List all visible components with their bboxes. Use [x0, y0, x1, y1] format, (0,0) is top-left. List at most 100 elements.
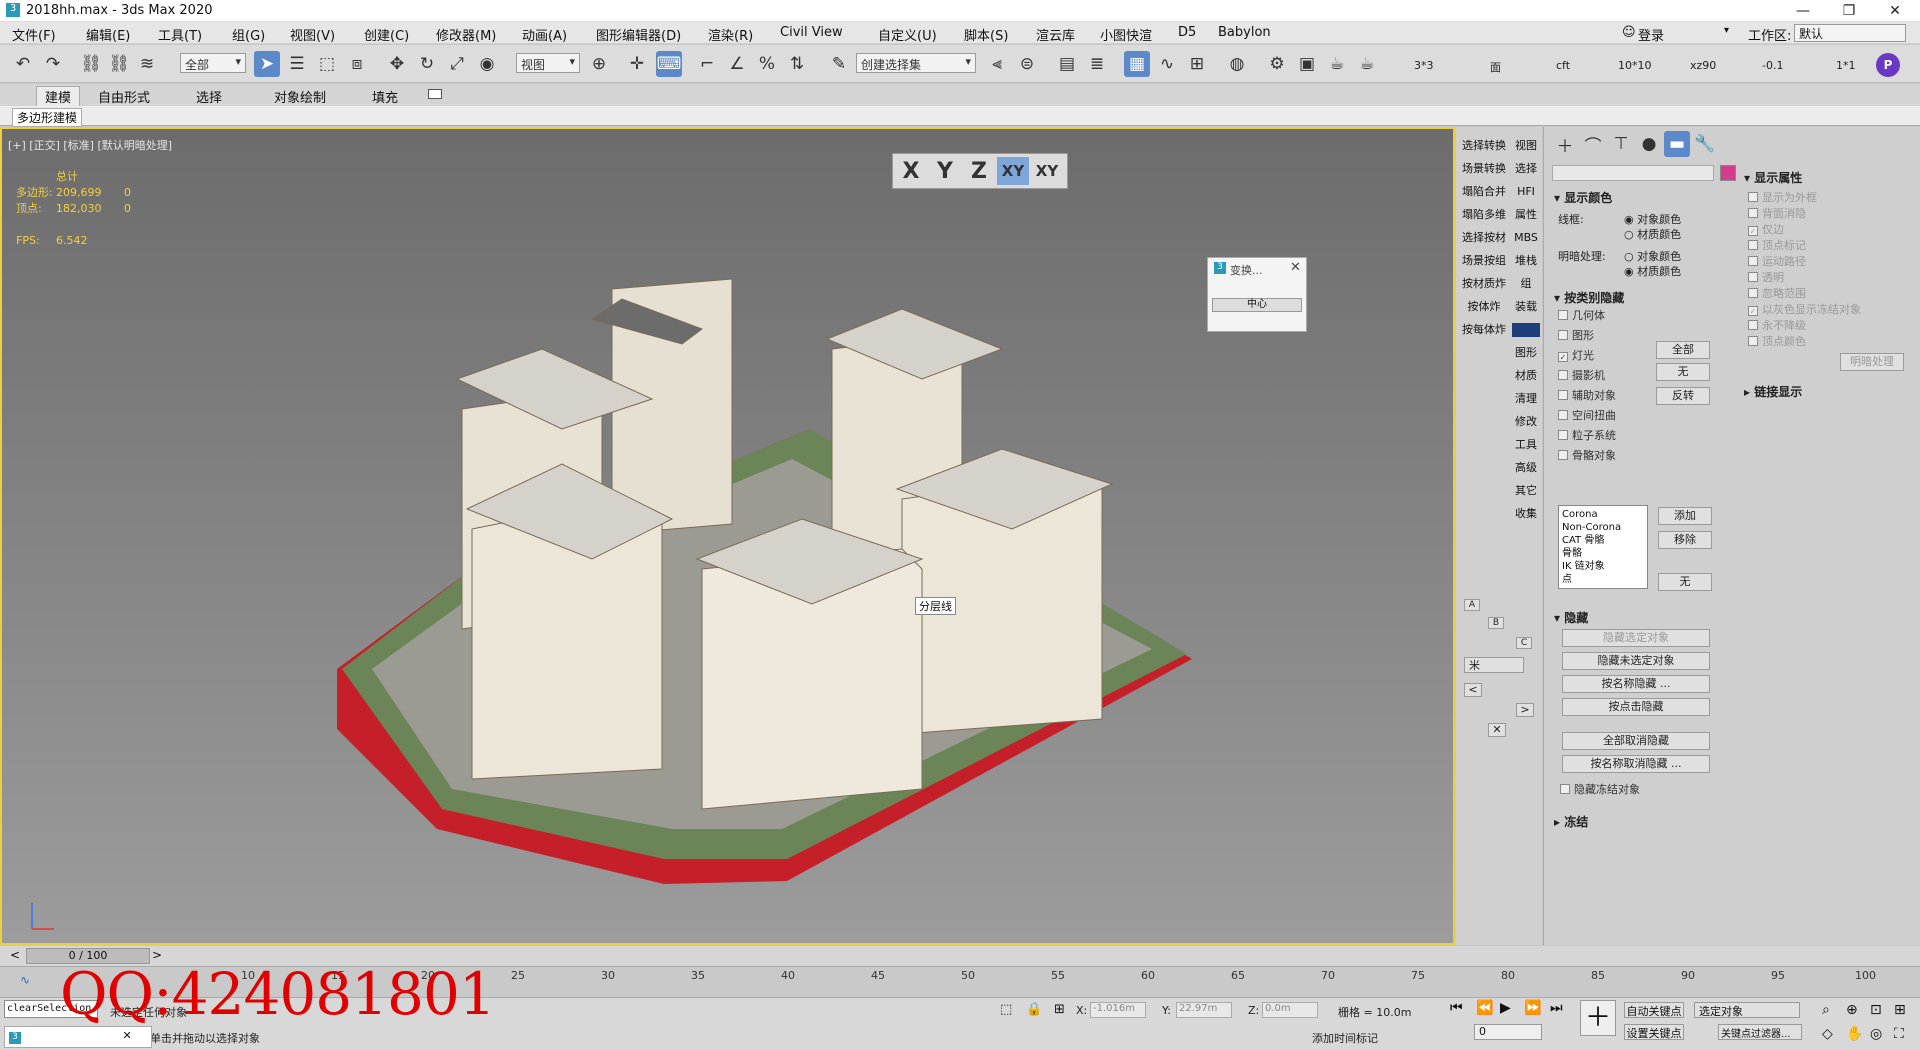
menu-d5[interactable]: D5 [1178, 25, 1196, 40]
pan-icon[interactable]: ✋ [1846, 1026, 1863, 1042]
set-key-icon[interactable]: ＋ [1580, 1000, 1616, 1036]
orbit-icon[interactable]: ◎ [1870, 1026, 1882, 1042]
ribbon-toggle-icon[interactable]: ▦ [1124, 51, 1150, 77]
prop-never-degrade-checkbox[interactable]: 永不降级 [1748, 317, 1806, 333]
next-frame-icon[interactable]: ⏩ [1524, 1000, 1541, 1016]
side-btn-7[interactable]: 按材质炸 [1458, 275, 1510, 293]
cat-all-button[interactable]: 全部 [1656, 341, 1710, 359]
axis-z-button[interactable]: Z [963, 159, 995, 184]
menu-group[interactable]: 组(G) [232, 25, 265, 44]
cat-lights-checkbox[interactable]: ✓ 灯光 [1558, 347, 1594, 363]
select-by-name-icon[interactable]: ☰ [284, 51, 310, 77]
cat-none-button[interactable]: 无 [1656, 363, 1710, 381]
prop-trajectory-checkbox[interactable]: 运动路径 [1748, 253, 1806, 269]
current-frame-field[interactable]: 0 [1474, 1024, 1542, 1040]
list-item[interactable]: CAT 骨骼 [1562, 534, 1644, 547]
side-btn-5[interactable]: 选择按材 [1458, 229, 1510, 247]
list-item[interactable]: IK 链对象 [1562, 560, 1644, 573]
axis-xy-button[interactable]: XY [997, 157, 1029, 185]
prop-vertex-colors-checkbox[interactable]: 顶点颜色 [1748, 333, 1806, 349]
y-coord-field[interactable]: 22.97m [1176, 1002, 1232, 1018]
prop-show-frozen-gray-checkbox[interactable]: ✓ 以灰色显示冻结对象 [1748, 301, 1861, 317]
script-button-xz90[interactable]: xz90 [1690, 59, 1716, 72]
category-listbox[interactable]: Corona Non-Corona CAT 骨骼 骨骼 IK 链对象 点 [1558, 505, 1648, 589]
hide-by-category-rollout[interactable]: ▾ 按类别隐藏 [1554, 289, 1624, 306]
side-material-button[interactable]: 材质 [1512, 367, 1540, 385]
polygon-modeling-tab[interactable]: 多边形建模 [12, 108, 83, 127]
perspective-viewport[interactable]: [+] [正交] [标准] [默认明暗处理] 总计 多边形: 209,699 0 顶… [0, 127, 1455, 945]
render-iterative-icon[interactable]: ☕ [1354, 51, 1380, 77]
hide-by-name-button[interactable]: 按名称隐藏 ... [1562, 675, 1710, 693]
object-color-swatch[interactable] [1720, 165, 1736, 181]
isolate-icon[interactable]: ⬚ [1000, 1002, 1012, 1017]
list-remove-button[interactable]: 移除 [1658, 531, 1712, 549]
wire-material-color-radio[interactable]: ○ 材质颜色 [1624, 226, 1681, 242]
list-item[interactable]: 骨骼 [1562, 547, 1644, 560]
side-btn-4[interactable]: 塌陷多维 [1458, 206, 1510, 224]
side-b-button[interactable]: B [1488, 617, 1504, 629]
align-icon[interactable]: ⊜ [1014, 51, 1040, 77]
cat-shapes-checkbox[interactable]: 图形 [1558, 327, 1594, 343]
workspace-select[interactable]: 默认 [1794, 24, 1906, 42]
utilities-tab-icon[interactable]: 🔧 [1692, 131, 1718, 157]
script-button-3x3[interactable]: 3*3 [1414, 59, 1434, 72]
fov-icon[interactable]: ◇ [1822, 1026, 1833, 1042]
display-color-rollout[interactable]: ▾ 显示颜色 [1554, 189, 1612, 206]
axis-y-button[interactable]: Y [929, 159, 961, 184]
axis-xy-lock-button[interactable]: XY [1031, 162, 1063, 180]
cat-invert-button[interactable]: 反转 [1656, 387, 1710, 405]
cat-helpers-checkbox[interactable]: 辅助对象 [1558, 387, 1616, 403]
menu-create[interactable]: 创建(C) [364, 25, 409, 44]
script-button-cft[interactable]: cft [1556, 59, 1570, 72]
side-btn-2[interactable]: 场景转换 [1458, 160, 1510, 178]
zoom-extents-icon[interactable]: ⊡ [1870, 1002, 1882, 1018]
play-icon[interactable]: ▶ [1500, 1000, 1511, 1016]
shaded-button[interactable]: 明暗处理 [1840, 353, 1904, 371]
modify-tab-icon[interactable]: ⌒ [1580, 131, 1606, 157]
rect-selection-icon[interactable]: ⬚ [314, 51, 340, 77]
side-btn-9[interactable]: 按每体炸 [1458, 321, 1510, 339]
taskbar-thumbnail[interactable]: 3 ✕ [4, 1026, 152, 1048]
render-setup-icon[interactable]: ⚙ [1264, 51, 1290, 77]
side-stack-button[interactable]: 堆栈 [1512, 252, 1540, 270]
list-add-button[interactable]: 添加 [1658, 507, 1712, 525]
snap-toggle-icon[interactable]: ⌐ [694, 51, 720, 77]
thumbnail-close-icon[interactable]: ✕ [123, 1029, 132, 1042]
move-icon[interactable]: ✥ [384, 51, 410, 77]
side-unit-select[interactable]: 米 [1464, 657, 1524, 673]
side-shape-button[interactable]: 图形 [1512, 344, 1540, 362]
side-advanced-button[interactable]: 高级 [1512, 459, 1540, 477]
side-btn-8[interactable]: 按体炸 [1458, 298, 1510, 316]
display-properties-rollout[interactable]: ▾ 显示属性 [1744, 169, 1802, 186]
side-color-swatch[interactable] [1512, 323, 1540, 337]
spinner-snap-icon[interactable]: ⇅ [784, 51, 810, 77]
list-none-button[interactable]: 无 [1658, 573, 1712, 591]
menu-customize[interactable]: 自定义(U) [878, 25, 937, 44]
set-key-button[interactable]: 设置关键点 [1624, 1024, 1684, 1040]
unhide-all-button[interactable]: 全部取消隐藏 [1562, 732, 1710, 750]
auto-key-button[interactable]: 自动关键点 [1624, 1002, 1684, 1018]
time-prev-icon[interactable]: < [10, 948, 20, 962]
window-crossing-icon[interactable]: ⧈ [344, 51, 370, 77]
list-item[interactable]: Corona [1562, 508, 1644, 521]
cat-bones-checkbox[interactable]: 骨骼对象 [1558, 447, 1616, 463]
shade-material-color-radio[interactable]: ◉ 材质颜色 [1624, 263, 1681, 279]
hide-rollout[interactable]: ▾ 隐藏 [1554, 609, 1588, 626]
object-name-field[interactable] [1552, 165, 1714, 181]
curve-editor-mini-icon[interactable]: ∿ [20, 973, 30, 987]
goto-start-icon[interactable]: ⏮ [1450, 1000, 1463, 1016]
user-icon[interactable]: ☺ [1622, 25, 1636, 40]
menu-scripting[interactable]: 脚本(S) [964, 25, 1008, 44]
schematic-view-icon[interactable]: ⊞ [1184, 51, 1210, 77]
unhide-by-name-button[interactable]: 按名称取消隐藏 ... [1562, 755, 1710, 773]
reference-coord-dropdown[interactable]: 视图 [516, 53, 580, 73]
side-btn-3[interactable]: 塌陷合并 [1458, 183, 1510, 201]
undo-icon[interactable]: ↶ [10, 51, 36, 77]
motion-tab-icon[interactable]: ● [1636, 131, 1662, 157]
popup-close-icon[interactable]: ✕ [1290, 260, 1301, 275]
material-editor-icon[interactable]: ◍ [1224, 51, 1250, 77]
menu-quick-render[interactable]: 小图快渲 [1100, 25, 1152, 44]
prev-frame-icon[interactable]: ⏪ [1476, 1000, 1493, 1016]
placement-icon[interactable]: ◉ [474, 51, 500, 77]
minimize-button[interactable]: — [1780, 0, 1826, 22]
